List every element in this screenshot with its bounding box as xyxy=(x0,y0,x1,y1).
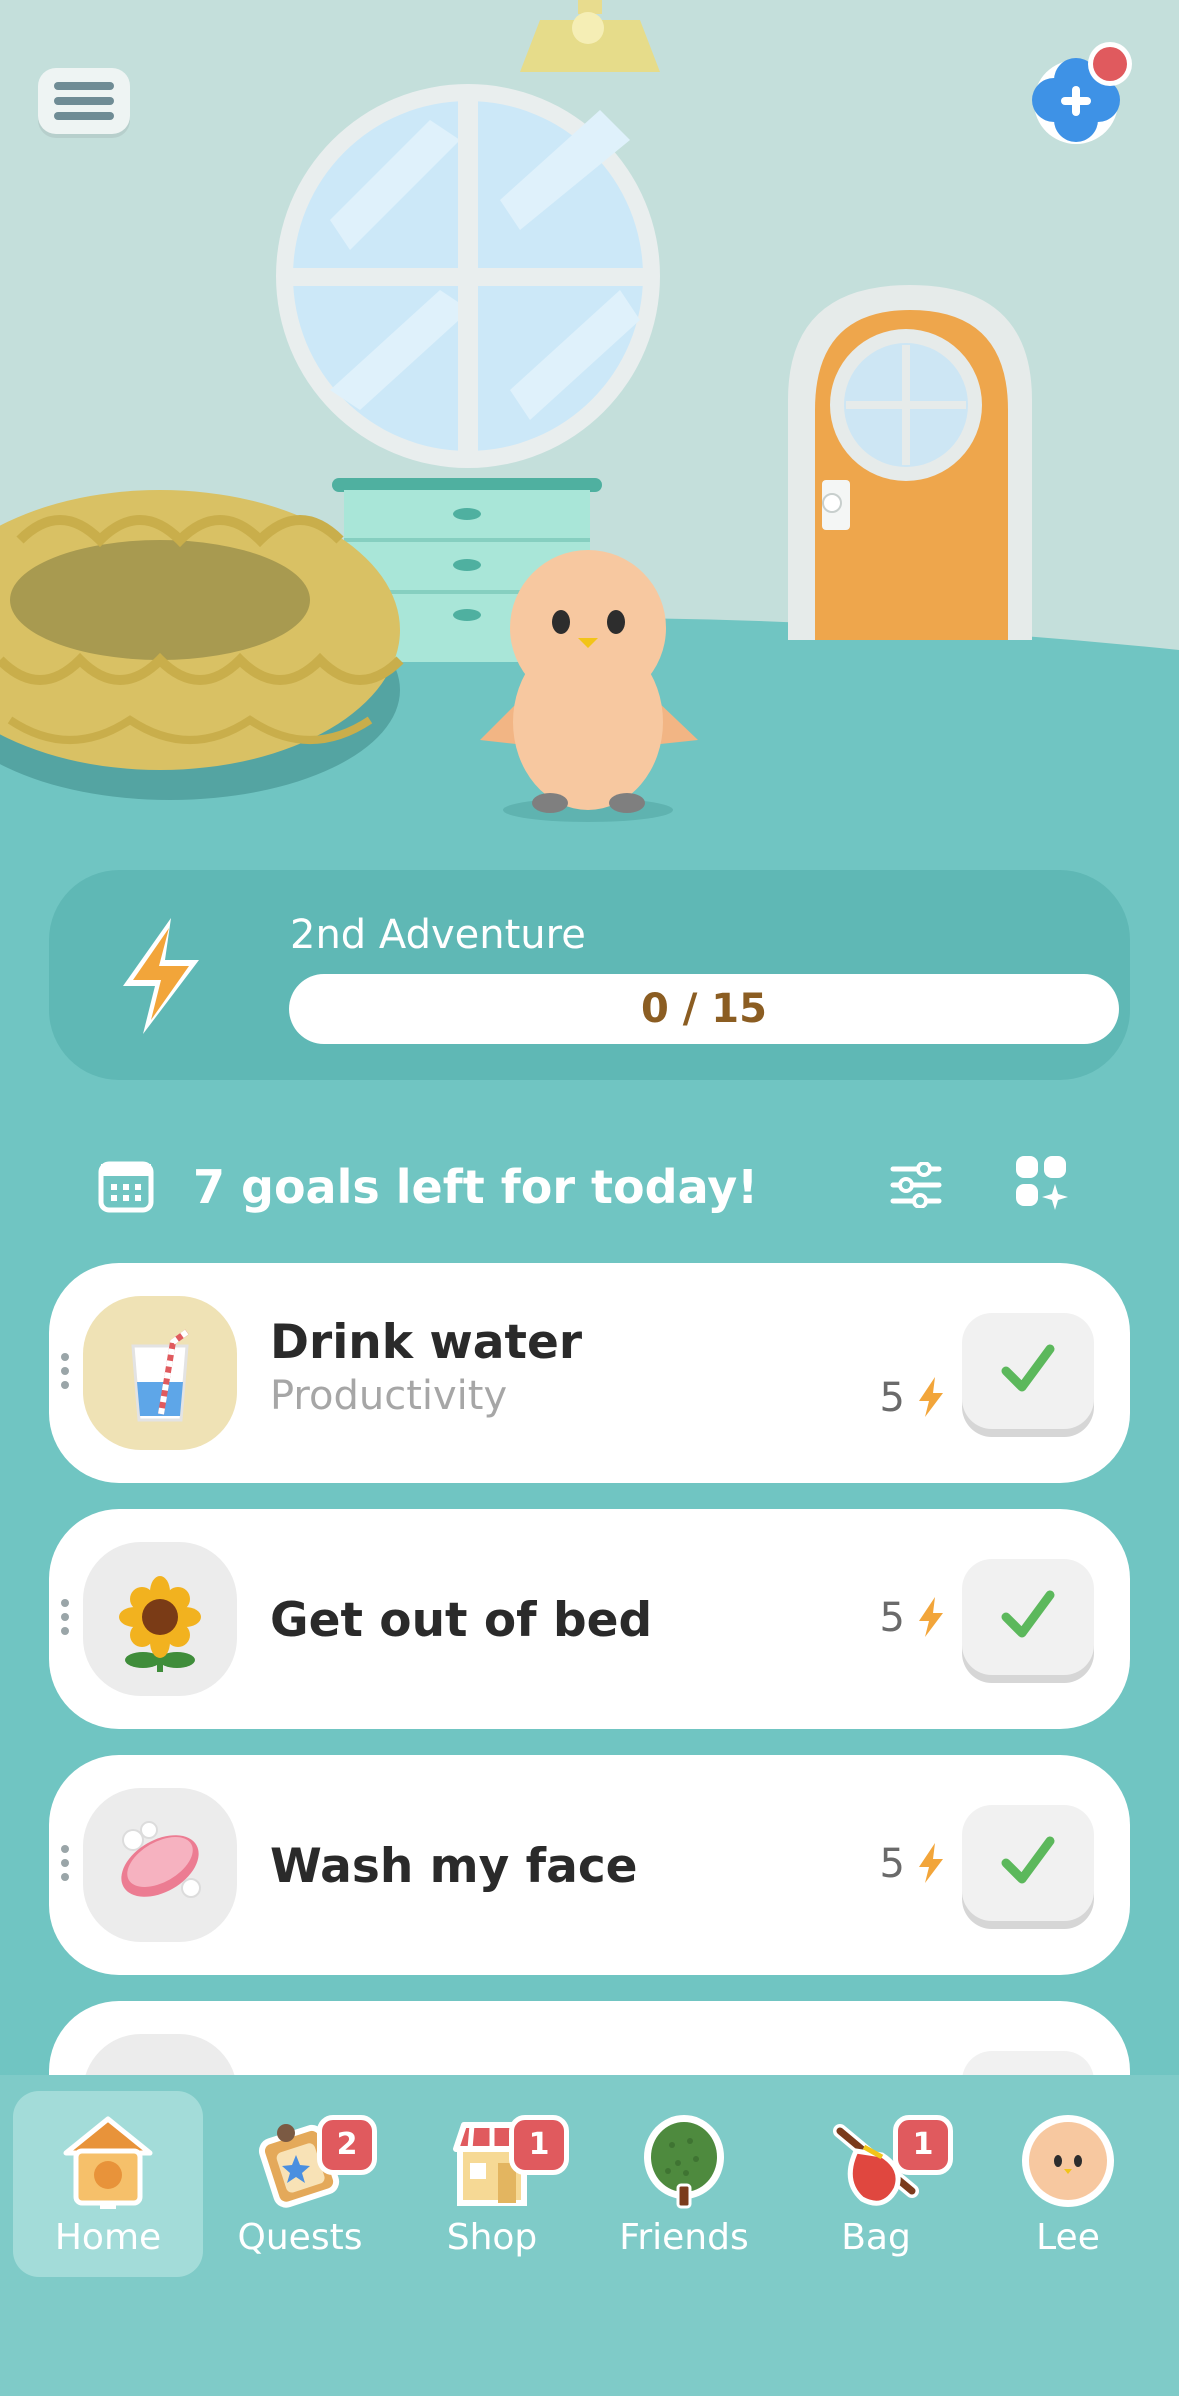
nav-quests[interactable]: 2 Quests xyxy=(205,2091,395,2277)
complete-goal-button[interactable] xyxy=(962,1559,1094,1675)
adventure-progress-text: 0 / 15 xyxy=(641,986,767,1032)
tree-icon xyxy=(644,2115,724,2209)
birdhouse-icon xyxy=(63,2116,153,2209)
goals-header: 7 goals left for today! xyxy=(0,1140,1179,1230)
goal-name: Drink water xyxy=(270,1315,583,1370)
goal-points: 5 xyxy=(879,1375,905,1421)
goal-category: Productivity xyxy=(270,1373,508,1419)
nav-home[interactable]: Home xyxy=(13,2091,203,2277)
sunflower-icon xyxy=(83,1542,237,1696)
goals-left-text: 7 goals left for today! xyxy=(193,1160,759,1214)
checkmark-icon xyxy=(1001,1590,1055,1638)
drag-handle-icon[interactable] xyxy=(61,1599,71,1641)
menu-button[interactable] xyxy=(38,68,130,134)
menu-icon xyxy=(54,82,114,90)
soap-icon xyxy=(83,1788,237,1942)
drag-handle-icon[interactable] xyxy=(61,1845,71,1887)
nav-shop-label: Shop xyxy=(446,2217,538,2258)
nav-home-label: Home xyxy=(54,2217,162,2258)
shop-badge: 1 xyxy=(509,2115,569,2175)
nav-shop[interactable]: 1 Shop xyxy=(397,2091,587,2277)
nav-profile-label: Lee xyxy=(1036,2217,1100,2258)
goal-card-wash-my-face[interactable]: Wash my face 5 xyxy=(49,1755,1130,1975)
round-window xyxy=(276,84,660,468)
filter-sliders-icon[interactable] xyxy=(890,1162,942,1208)
avatar xyxy=(1022,2115,1114,2207)
nav-bag[interactable]: 1 Bag xyxy=(781,2091,971,2277)
drag-handle-icon[interactable] xyxy=(61,1353,71,1395)
lightning-bolt-icon xyxy=(919,1843,943,1883)
bag-badge: 1 xyxy=(893,2115,953,2175)
complete-goal-button[interactable] xyxy=(962,1805,1094,1921)
adventure-progress-card[interactable]: 2nd Adventure 0 / 15 xyxy=(49,870,1130,1080)
checkmark-icon xyxy=(1001,1344,1055,1392)
menu-icon-bar xyxy=(54,97,114,105)
add-plus-icon xyxy=(1032,42,1132,144)
quests-badge: 2 xyxy=(317,2115,377,2175)
orange-door xyxy=(788,285,1032,640)
room-scene xyxy=(0,0,1179,840)
menu-icon-bar xyxy=(54,112,114,120)
nest xyxy=(0,490,404,800)
goal-name: Get out of bed xyxy=(270,1593,653,1648)
complete-goal-button[interactable] xyxy=(962,1313,1094,1429)
goal-card-drink-water[interactable]: Drink water Productivity 5 xyxy=(49,1263,1130,1483)
add-goal-grid-icon[interactable] xyxy=(1014,1154,1070,1214)
water-glass-icon xyxy=(83,1296,237,1450)
nav-friends-label: Friends xyxy=(619,2217,749,2258)
goal-card-get-out-of-bed[interactable]: Get out of bed 5 xyxy=(49,1509,1130,1729)
adventure-title: 2nd Adventure xyxy=(290,912,586,958)
lightning-bolt-icon xyxy=(919,1377,943,1417)
calendar-icon[interactable] xyxy=(98,1158,154,1214)
adventure-progress-bar: 0 / 15 xyxy=(289,974,1119,1044)
goal-points: 5 xyxy=(879,1595,905,1641)
add-friend-button[interactable] xyxy=(1024,40,1134,150)
checkmark-icon xyxy=(1001,1836,1055,1884)
goal-points: 5 xyxy=(879,1841,905,1887)
lightning-bolt-icon xyxy=(919,1597,943,1637)
nav-friends[interactable]: Friends xyxy=(589,2091,779,2277)
nav-profile[interactable]: Lee xyxy=(973,2091,1163,2277)
nav-quests-label: Quests xyxy=(237,2217,363,2258)
nav-bag-label: Bag xyxy=(841,2217,911,2258)
lightning-bolt-icon xyxy=(123,918,199,1034)
goal-name: Wash my face xyxy=(270,1839,638,1894)
bottom-navigation: Home 2 Quests 1 Shop Friends 1 Bag Lee xyxy=(0,2075,1179,2396)
